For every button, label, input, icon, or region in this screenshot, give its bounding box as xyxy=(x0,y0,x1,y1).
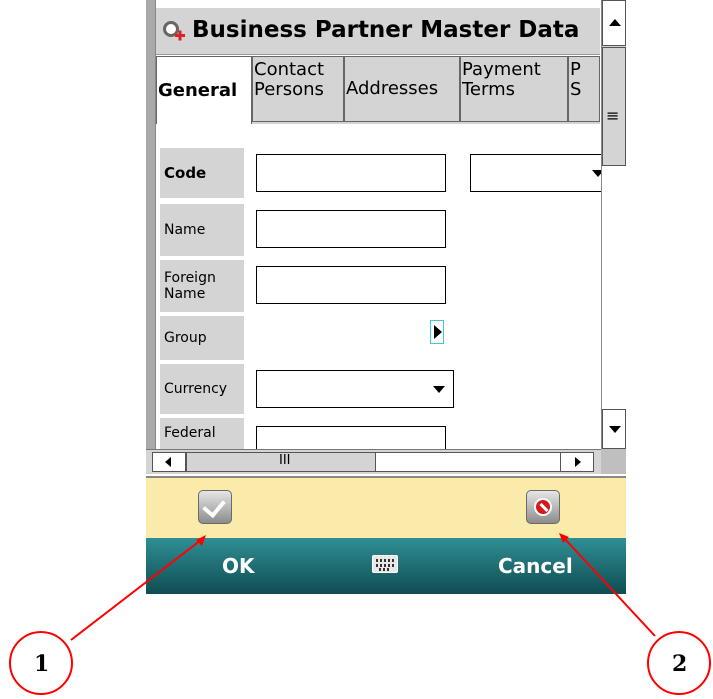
group-link-arrow-button[interactable] xyxy=(430,320,444,344)
federal-field[interactable] xyxy=(256,426,446,449)
scroll-down-button[interactable] xyxy=(602,409,626,449)
keyboard-icon[interactable] xyxy=(372,555,398,573)
grip-icon: III xyxy=(279,453,291,468)
arrow-right-icon xyxy=(434,325,442,339)
arrow-left-icon xyxy=(165,457,171,467)
grip-icon: ≡ xyxy=(606,106,620,125)
name-field[interactable] xyxy=(256,210,446,248)
callout-1-number: 1 xyxy=(34,651,50,677)
softkey-bar: OK Cancel xyxy=(146,538,626,594)
tab-contact-persons[interactable]: Contact Persons xyxy=(252,56,344,122)
checkmark-icon xyxy=(202,493,226,519)
page-title: Business Partner Master Data xyxy=(192,17,580,43)
cancel-icon xyxy=(534,498,552,516)
horizontal-scrollbar[interactable]: III xyxy=(146,449,601,474)
title-bar: Business Partner Master Data xyxy=(156,8,600,55)
foreign-name-label: Foreign Name xyxy=(160,260,244,312)
ok-action-button[interactable] xyxy=(198,490,232,524)
tab-addresses[interactable]: Addresses xyxy=(344,56,460,122)
horizontal-scroll-thumb[interactable]: III xyxy=(186,452,376,472)
search-add-icon xyxy=(163,21,185,41)
arrow-down-icon xyxy=(609,426,621,433)
chevron-down-icon xyxy=(433,386,445,393)
frame-left-edge xyxy=(146,0,156,460)
name-label: Name xyxy=(160,204,244,256)
vertical-scroll-track[interactable] xyxy=(602,166,626,409)
code-label: Code xyxy=(160,148,244,198)
vertical-scroll-thumb[interactable]: ≡ xyxy=(602,47,626,166)
code-field[interactable] xyxy=(256,154,446,192)
cancel-action-button[interactable] xyxy=(526,490,560,524)
currency-dropdown[interactable] xyxy=(256,370,454,408)
keyboard-key-row xyxy=(376,564,394,567)
action-bar xyxy=(146,476,626,538)
foreign-name-field[interactable] xyxy=(256,266,446,304)
scroll-left-button[interactable] xyxy=(152,452,186,472)
scrollbar-corner xyxy=(601,449,626,474)
scroll-up-button[interactable] xyxy=(602,0,626,46)
arrow-right-icon xyxy=(575,457,581,467)
keyboard-space-bar xyxy=(379,568,391,571)
horizontal-scroll-track[interactable] xyxy=(376,452,560,472)
cancel-slash xyxy=(539,502,549,513)
keyboard-key-row xyxy=(376,559,394,562)
vertical-scrollbar[interactable]: ≡ xyxy=(601,0,626,449)
callout-2-number: 2 xyxy=(672,651,688,677)
cancel-softkey[interactable]: Cancel xyxy=(498,554,573,578)
currency-label: Currency xyxy=(160,364,244,414)
tab-general[interactable]: General xyxy=(156,56,252,124)
group-label: Group xyxy=(160,316,244,360)
ok-softkey[interactable]: OK xyxy=(222,554,255,578)
arrow-up-icon xyxy=(609,19,621,26)
federal-label: Federal xyxy=(160,418,244,449)
scroll-right-button[interactable] xyxy=(560,452,594,472)
tab-payment-terms[interactable]: Payment Terms xyxy=(460,56,568,122)
tab-partial[interactable]: P S xyxy=(568,56,600,122)
device-screen: Business Partner Master Data General Con… xyxy=(146,0,626,594)
tab-strip: General Contact Persons Addresses Paymen… xyxy=(156,56,600,124)
